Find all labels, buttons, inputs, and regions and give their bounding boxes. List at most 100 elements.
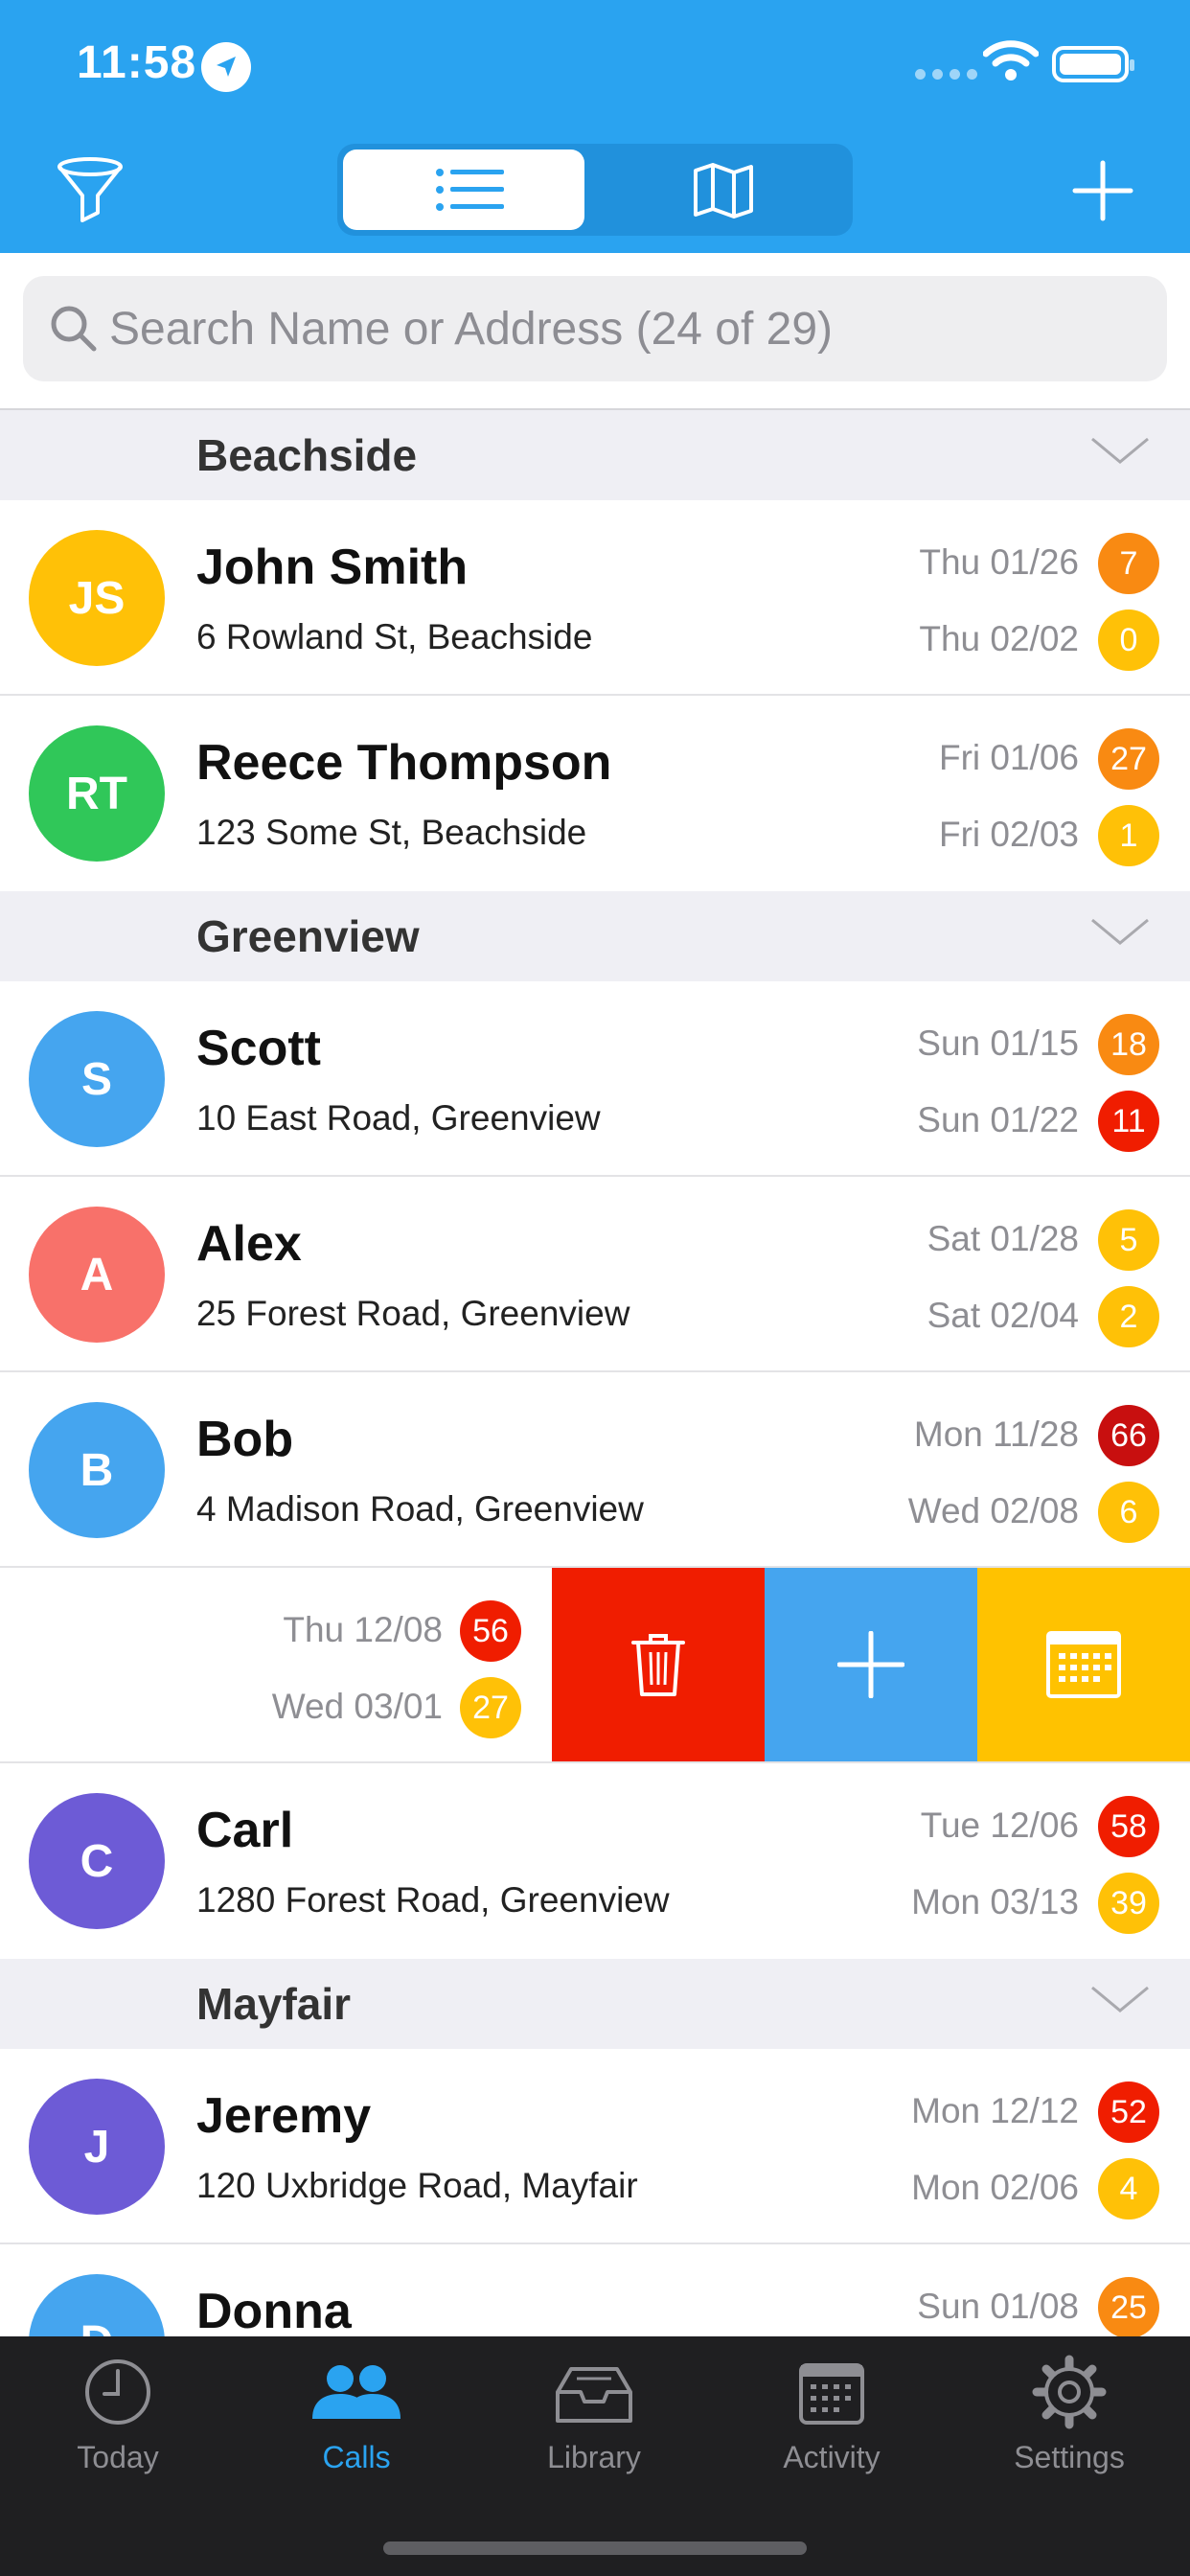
call-row[interactable]: J Jeremy 120 Uxbridge Road, Mayfair Mon 12/… — [0, 2049, 1190, 2244]
status-time: 11:58 — [77, 37, 197, 88]
contact-address: 25 Forest Road, Greenview — [196, 1294, 630, 1333]
add-call-button[interactable] — [1069, 157, 1136, 224]
section-header-mayfair[interactable]: Mayfair — [0, 1959, 1190, 2049]
last-call-date: Tue 12/06 — [920, 1806, 1079, 1845]
people-icon — [312, 2365, 400, 2419]
section-header-beachside[interactable]: Beachside — [0, 410, 1190, 500]
call-row[interactable]: A Alex 25 Forest Road, Greenview Sat 01/28 5… — [0, 1177, 1190, 1372]
avatar: RT — [29, 725, 165, 862]
next-call-date: Wed 02/08 — [907, 1491, 1079, 1530]
view-mode-segmented-control — [337, 144, 853, 236]
chevron-down-icon — [1091, 437, 1149, 464]
map-view-segment[interactable] — [600, 150, 847, 230]
days-until-badge: 39 — [1098, 1873, 1159, 1934]
list-icon — [436, 169, 504, 211]
days-since-badge: 25 — [1098, 2277, 1159, 2336]
map-icon — [694, 163, 753, 218]
tray-icon — [556, 2367, 632, 2423]
calendar-icon — [799, 2363, 864, 2425]
call-row[interactable]: JS John Smith 6 Rowland St, Beachside Thu 0… — [0, 500, 1190, 696]
contact-name: Jeremy — [196, 2088, 372, 2144]
section-title: Beachside — [196, 430, 418, 480]
contact-address: 123 Some St, Beachside — [196, 813, 587, 852]
days-until-badge: 6 — [1098, 1482, 1159, 1543]
signal-icon — [915, 69, 977, 80]
call-row-swiped[interactable]: Thu 12/08 56 Wed 03/01 27 — [0, 1568, 1190, 1763]
next-call-date: Wed 03/01 — [271, 1687, 443, 1726]
filter-button[interactable] — [54, 153, 126, 226]
chevron-down-icon — [1091, 1986, 1149, 2012]
tab-label: Library — [547, 2440, 641, 2474]
next-call-date: Fri 02/03 — [938, 815, 1079, 854]
days-until-badge: 27 — [460, 1677, 521, 1738]
contact-address: 120 Uxbridge Road, Mayfair — [196, 2166, 638, 2205]
tab-activity[interactable]: Activity — [717, 2354, 947, 2526]
call-row[interactable]: B Bob 4 Madison Road, Greenview Mon 11/28 66… — [0, 1372, 1190, 1568]
tab-library[interactable]: Library — [479, 2354, 709, 2526]
call-row[interactable]: C Carl 1280 Forest Road, Greenview Tue 12/0… — [0, 1763, 1190, 1959]
days-until-badge: 4 — [1098, 2158, 1159, 2220]
days-since-badge: 27 — [1098, 728, 1159, 790]
tab-label: Calls — [322, 2440, 391, 2474]
add-visit-button[interactable] — [765, 1568, 977, 1761]
gear-icon — [1032, 2355, 1107, 2429]
call-row[interactable]: RT Reece Thompson 123 Some St, Beachside Fr… — [0, 696, 1190, 891]
last-call-date: Mon 12/12 — [911, 2091, 1079, 2130]
search-field[interactable] — [23, 276, 1167, 381]
avatar: C — [29, 1793, 165, 1929]
battery-icon — [1052, 46, 1134, 82]
contact-name: Reece Thompson — [196, 735, 612, 791]
tab-today[interactable]: Today — [3, 2354, 233, 2526]
home-indicator — [383, 2542, 807, 2555]
list-view-segment[interactable] — [343, 150, 584, 230]
contact-name: Alex — [196, 1216, 302, 1272]
days-until-badge: 1 — [1098, 805, 1159, 866]
tab-label: Activity — [783, 2440, 881, 2474]
section-title: Greenview — [196, 911, 420, 961]
days-since-badge: 66 — [1098, 1405, 1159, 1466]
next-call-date: Sun 01/22 — [917, 1100, 1079, 1139]
search-bar-container — [0, 253, 1190, 410]
next-call-date: Mon 03/13 — [911, 1882, 1079, 1921]
funnel-icon — [57, 157, 123, 222]
trash-icon — [631, 1634, 685, 1696]
days-since-badge: 5 — [1098, 1209, 1159, 1271]
search-icon — [51, 306, 97, 352]
tab-label: Today — [77, 2440, 159, 2474]
days-until-badge: 2 — [1098, 1286, 1159, 1347]
tab-bar: Today Calls Library Activity Settings — [0, 2336, 1190, 2576]
tab-settings[interactable]: Settings — [954, 2354, 1184, 2526]
call-row[interactable]: D Donna Sun 01/08 25 — [0, 2244, 1190, 2336]
avatar: A — [29, 1207, 165, 1343]
days-until-badge: 0 — [1098, 610, 1159, 671]
contact-address: 1280 Forest Road, Greenview — [196, 1880, 670, 1920]
search-input[interactable] — [109, 276, 1154, 381]
chevron-down-icon — [1091, 918, 1149, 945]
wifi-icon — [982, 40, 1040, 87]
section-header-greenview[interactable]: Greenview — [0, 891, 1190, 981]
contact-name: John Smith — [196, 540, 469, 595]
next-call-date: Sat 02/04 — [927, 1296, 1079, 1335]
delete-call-button[interactable] — [552, 1568, 765, 1761]
avatar: J — [29, 2079, 165, 2215]
last-call-date: Sat 01/28 — [927, 1219, 1079, 1258]
clock-icon — [85, 2359, 150, 2425]
days-since-badge: 58 — [1098, 1796, 1159, 1857]
contact-name: Donna — [196, 2284, 352, 2336]
avatar: S — [29, 1011, 165, 1147]
contact-address: 10 East Road, Greenview — [196, 1098, 601, 1138]
days-since-badge: 18 — [1098, 1014, 1159, 1075]
next-call-date: Mon 02/06 — [911, 2168, 1079, 2207]
avatar: JS — [29, 530, 165, 666]
plus-icon — [837, 1631, 904, 1698]
schedule-button[interactable] — [977, 1568, 1190, 1761]
days-until-badge: 11 — [1098, 1091, 1159, 1152]
call-row[interactable]: S Scott 10 East Road, Greenview Sun 01/15 18… — [0, 981, 1190, 1177]
contact-address: 6 Rowland St, Beachside — [196, 617, 593, 656]
section-title: Mayfair — [196, 1979, 352, 2029]
calls-list: Beachside JS John Smith 6 Rowland St, Beac… — [0, 410, 1190, 2336]
days-since-badge: 56 — [460, 1600, 521, 1662]
location-arrow-icon — [201, 42, 251, 92]
tab-calls[interactable]: Calls — [241, 2354, 471, 2526]
calendar-icon — [1046, 1631, 1121, 1698]
